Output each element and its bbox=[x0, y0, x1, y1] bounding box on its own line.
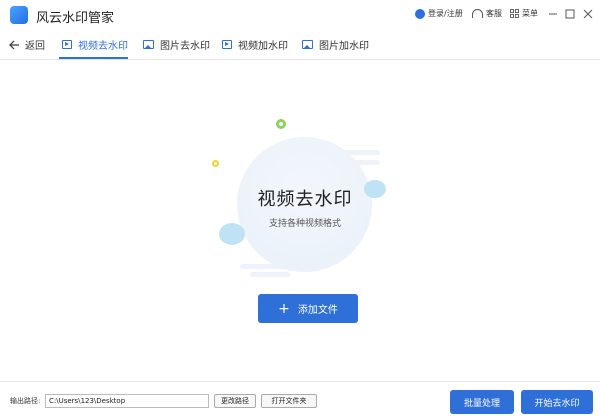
active-tab-indicator bbox=[59, 57, 128, 59]
change-path-button[interactable]: 更改路径 bbox=[214, 394, 256, 408]
start-remove-watermark-button[interactable]: 开始去水印 bbox=[521, 390, 593, 414]
tab-label: 图片加水印 bbox=[319, 41, 369, 52]
image-icon bbox=[302, 40, 313, 49]
nav-bar: 返回 视频去水印 图片去水印 视频加水印 图片加水印 bbox=[0, 30, 600, 60]
customer-service-button[interactable]: 客服 bbox=[472, 8, 502, 19]
back-button[interactable]: 返回 bbox=[9, 30, 45, 59]
batch-process-button[interactable]: 批量处理 bbox=[450, 390, 514, 414]
title-bar: 风云水印管家 登录/注册 客服 菜单 bbox=[0, 0, 600, 30]
menu-button[interactable]: 菜单 bbox=[510, 8, 538, 19]
output-path-label: 输出路径: bbox=[10, 397, 41, 405]
service-label: 客服 bbox=[486, 9, 502, 18]
add-file-button[interactable]: + 添加文件 bbox=[258, 294, 358, 323]
tab-video-add-watermark[interactable]: 视频加水印 bbox=[222, 30, 288, 59]
image-icon bbox=[143, 40, 154, 49]
open-folder-button[interactable]: 打开文件夹 bbox=[261, 394, 317, 408]
video-icon bbox=[222, 40, 232, 49]
tab-label: 视频加水印 bbox=[238, 41, 288, 52]
tab-image-remove-watermark[interactable]: 图片去水印 bbox=[143, 30, 210, 59]
green-ring-icon bbox=[276, 119, 286, 129]
minimize-icon[interactable] bbox=[547, 8, 559, 20]
maximize-icon[interactable] bbox=[564, 8, 576, 20]
tab-video-remove-watermark[interactable]: 视频去水印 bbox=[62, 30, 128, 59]
menu-label: 菜单 bbox=[522, 9, 538, 18]
decor-streak bbox=[250, 272, 290, 277]
login-register-link[interactable]: 登录/注册 bbox=[415, 8, 463, 19]
add-file-label: 添加文件 bbox=[297, 305, 338, 316]
back-label: 返回 bbox=[25, 41, 45, 52]
app-logo-icon bbox=[10, 6, 28, 24]
bottom-bar: 输出路径: C:\Users\123\Desktop 更改路径 打开文件夹 批量… bbox=[0, 381, 600, 418]
yellow-ring-icon bbox=[212, 160, 219, 167]
arrow-left-icon bbox=[9, 40, 19, 49]
tab-label: 视频去水印 bbox=[78, 41, 128, 52]
headset-icon bbox=[472, 9, 483, 18]
app-title: 风云水印管家 bbox=[36, 11, 115, 26]
close-icon[interactable] bbox=[582, 8, 594, 20]
menu-grid-icon bbox=[510, 9, 519, 18]
tab-image-add-watermark[interactable]: 图片加水印 bbox=[302, 30, 369, 59]
drop-area-subtitle: 支持各种视频格式 bbox=[268, 219, 341, 229]
video-icon bbox=[62, 40, 72, 49]
output-path-input[interactable]: C:\Users\123\Desktop bbox=[45, 394, 209, 408]
drop-area-title: 视频去水印 bbox=[257, 189, 353, 210]
user-icon bbox=[415, 8, 425, 19]
tab-label: 图片去水印 bbox=[160, 41, 210, 52]
login-label: 登录/注册 bbox=[428, 9, 463, 18]
plus-icon: + bbox=[278, 300, 290, 317]
